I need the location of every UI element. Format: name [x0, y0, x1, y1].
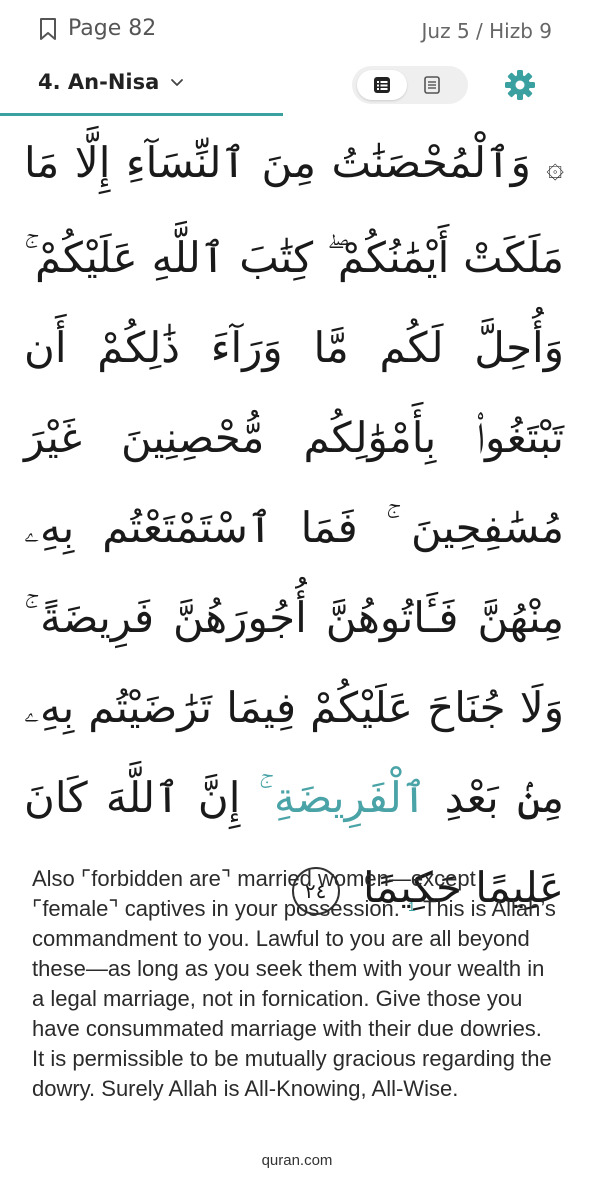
reading-mode-button[interactable]	[357, 70, 407, 100]
arabic-verse: ۞ وَٱلْمُحْصَنَٰتُ مِنَ ٱلنِّسَآءِ إِلَّ…	[24, 118, 564, 915]
list-view-icon	[374, 77, 390, 93]
verse-line-2[interactable]: مَلَكَتْ أَيْمَٰنُكُمْ ۖ كِتَٰبَ ٱللَّهِ	[152, 233, 564, 282]
chapter-selector[interactable]: 4. An-Nisa	[38, 70, 185, 94]
translation-mode-button[interactable]	[407, 70, 457, 100]
chapter-underline	[0, 113, 283, 116]
verse-line-4[interactable]: تَبْتَغُوا۟ بِأَمْوَٰلِكُم مُّحْصِنِينَ …	[24, 413, 564, 462]
juz-hizb-label: Juz 5 / Hizb 9	[421, 19, 552, 43]
view-mode-toggle[interactable]	[352, 66, 468, 104]
watermark: quran.com	[232, 1140, 362, 1180]
chevron-down-icon	[171, 79, 184, 86]
chapter-title: 4. An-Nisa	[38, 70, 160, 94]
footnote-link[interactable]: 1	[408, 899, 415, 914]
page-number-label: Page 82	[68, 16, 157, 41]
translation-text: Also ⌜forbidden are⌝ married women—excep…	[32, 864, 560, 1104]
page-indicator[interactable]: Page 82	[38, 16, 156, 41]
highlighted-word[interactable]: ٱلْفَرِيضَةِ ۚ	[259, 773, 427, 822]
translation-part-2: This is Allah’s commandment to you. Lawf…	[32, 896, 556, 1101]
document-icon	[424, 76, 440, 94]
gear-icon[interactable]	[503, 68, 537, 102]
bookmark-icon[interactable]	[38, 17, 58, 41]
top-bar: Page 82 Juz 5 / Hizb 9	[0, 0, 590, 62]
rub-marker: ۞	[546, 150, 564, 185]
chapter-bar: 4. An-Nisa	[0, 62, 590, 118]
verse-line-1[interactable]: وَٱلْمُحْصَنَٰتُ مِنَ ٱلنِّسَآءِ إِلَّا …	[24, 138, 531, 187]
